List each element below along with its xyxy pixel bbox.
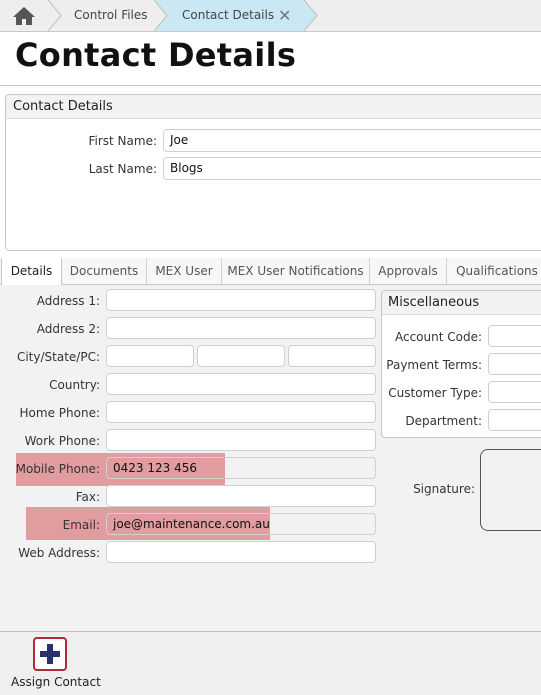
web-address-field[interactable] [106, 541, 376, 563]
footer-toolbar: Assign Contact [0, 631, 541, 695]
panel-title: Contact Details [6, 95, 541, 119]
fax-label: Fax: [75, 490, 100, 504]
department-label: Department: [405, 414, 482, 428]
city-state-pc-label: City/State/PC: [16, 350, 100, 364]
mobile-phone-label: Mobile Phone: [15, 462, 100, 476]
country-label: Country: [49, 378, 100, 392]
close-icon[interactable]: ✕ [278, 0, 291, 31]
breadcrumb-separator [48, 0, 62, 31]
first-name-label: First Name: [88, 134, 157, 148]
postcode-field[interactable] [288, 345, 376, 367]
city-field[interactable] [106, 345, 194, 367]
last-name-label: Last Name: [88, 162, 157, 176]
breadcrumb-bar: Control Files Contact Details ✕ [0, 0, 541, 32]
fax-field[interactable] [106, 485, 376, 507]
payment-terms-label: Payment Terms: [386, 358, 482, 372]
breadcrumb-separator [304, 0, 318, 31]
home-phone-field[interactable] [106, 401, 376, 423]
tab-bar: Details Documents MEX User MEX User Noti… [0, 258, 541, 285]
tab-qualifications[interactable]: Qualifications [447, 258, 541, 284]
address2-field[interactable] [106, 317, 376, 339]
address2-label: Address 2: [36, 322, 100, 336]
email-field[interactable]: joe@maintenance.com.au [106, 513, 376, 535]
address1-label: Address 1: [36, 294, 100, 308]
breadcrumb-label: Control Files [74, 8, 148, 22]
account-code-field[interactable] [488, 325, 541, 347]
home-icon [13, 7, 35, 25]
tab-mex-user-notifications[interactable]: MEX User Notifications [222, 258, 370, 284]
breadcrumb-separator [154, 0, 168, 31]
customer-type-field[interactable] [488, 381, 541, 403]
address1-field[interactable] [106, 289, 376, 311]
web-address-label: Web Address: [18, 546, 100, 560]
signature-box[interactable] [480, 449, 541, 531]
mobile-phone-field[interactable]: 0423 123 456 [106, 457, 376, 479]
tab-details[interactable]: Details [1, 258, 62, 285]
last-name-field[interactable]: Blogs [163, 157, 541, 180]
signature-label: Signature: [413, 482, 475, 496]
state-field[interactable] [197, 345, 285, 367]
work-phone-label: Work Phone: [24, 434, 100, 448]
home-phone-label: Home Phone: [19, 406, 100, 420]
assign-contact-label[interactable]: Assign Contact [11, 675, 101, 689]
breadcrumb-label: Contact Details [182, 8, 275, 22]
page-title: Contact Details [15, 36, 297, 74]
breadcrumb-item-control-files[interactable]: Control Files [62, 0, 154, 31]
tab-mex-user[interactable]: MEX User [147, 258, 222, 284]
assign-contact-button[interactable] [33, 637, 67, 671]
country-field[interactable] [106, 373, 376, 395]
first-name-field[interactable]: Joe [163, 129, 541, 152]
customer-type-label: Customer Type: [388, 386, 482, 400]
home-button[interactable] [0, 0, 48, 31]
department-field[interactable] [488, 409, 541, 431]
email-label: Email: [62, 518, 100, 532]
divider [0, 85, 541, 86]
payment-terms-field[interactable] [488, 353, 541, 375]
tab-approvals[interactable]: Approvals [370, 258, 447, 284]
tab-documents[interactable]: Documents [62, 258, 147, 284]
account-code-label: Account Code: [394, 330, 482, 344]
panel-title: Miscellaneous [382, 291, 541, 315]
work-phone-field[interactable] [106, 429, 376, 451]
plus-icon [40, 644, 60, 664]
